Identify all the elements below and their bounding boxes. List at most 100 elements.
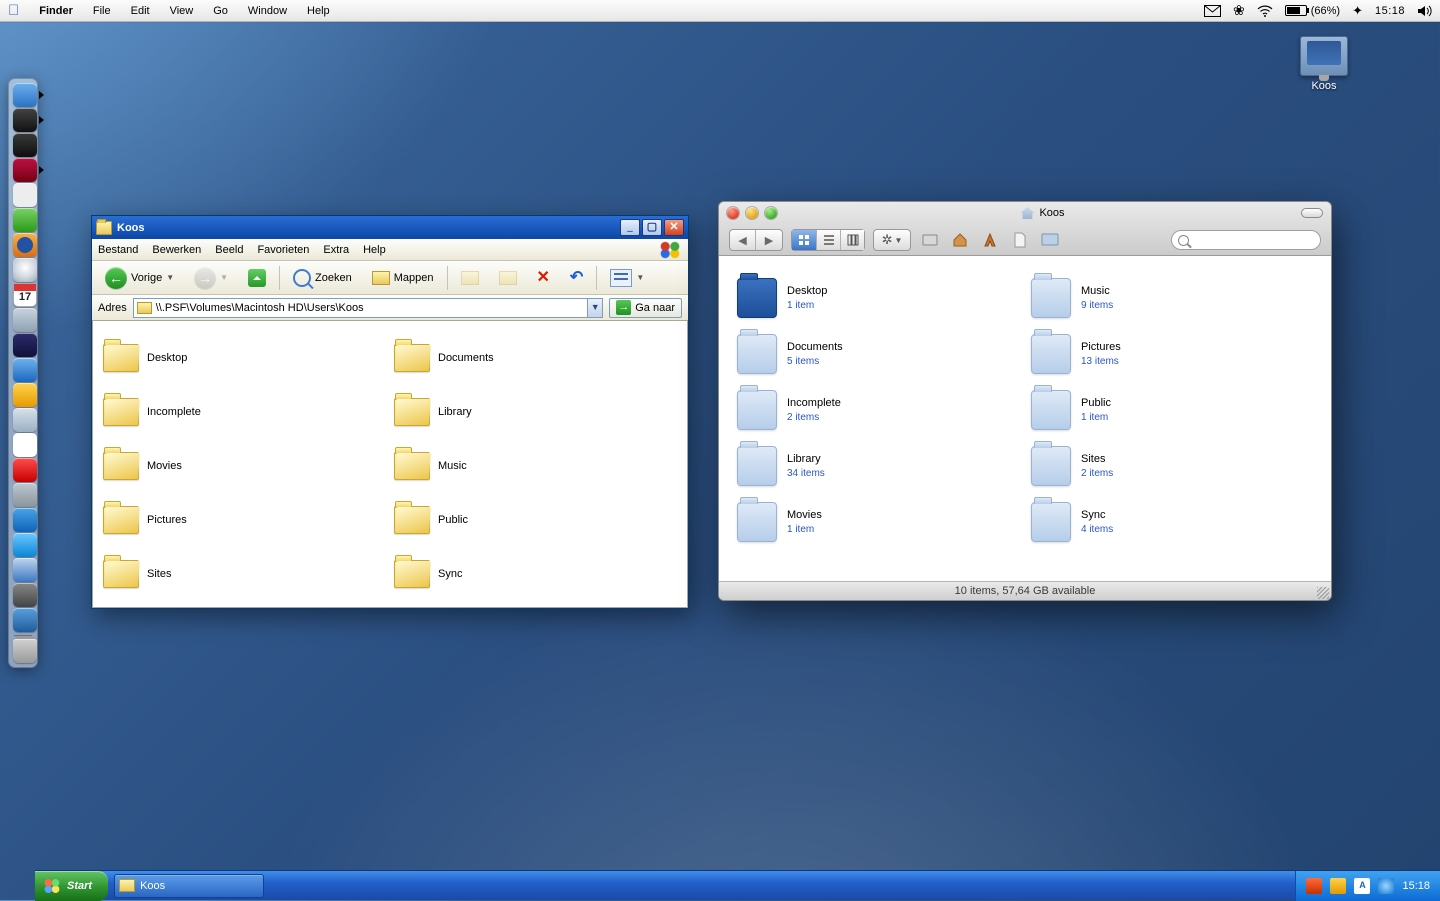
dock-item-pen[interactable] bbox=[13, 583, 37, 607]
dock-item-w[interactable] bbox=[13, 508, 37, 532]
dock-item-ff[interactable] bbox=[13, 233, 37, 257]
xp-up-button[interactable] bbox=[241, 265, 273, 291]
dock-item-itunes[interactable] bbox=[13, 558, 37, 582]
xp-folder-item[interactable]: Pictures bbox=[99, 493, 390, 547]
dock-item-magnet[interactable] bbox=[13, 458, 37, 482]
xp-folder-item[interactable]: Movies bbox=[99, 439, 390, 493]
xp-copy-button[interactable] bbox=[492, 265, 524, 291]
xp-menu-favorites[interactable]: Favorieten bbox=[257, 244, 309, 256]
dock-item-auto[interactable] bbox=[13, 408, 37, 432]
dock-item-x11[interactable] bbox=[13, 183, 37, 207]
dock-item-act[interactable] bbox=[13, 133, 37, 157]
finder-document-icon[interactable] bbox=[1009, 229, 1031, 251]
xp-folders-button[interactable]: Mappen bbox=[365, 265, 441, 291]
xp-back-button[interactable]: ←Vorige▼ bbox=[98, 265, 181, 291]
xp-menu-file[interactable]: Bestand bbox=[98, 244, 138, 256]
apple-menu-icon[interactable]:  bbox=[8, 2, 19, 19]
xp-menu-edit[interactable]: Bewerken bbox=[152, 244, 201, 256]
xp-folder-item[interactable]: Sync bbox=[390, 547, 681, 601]
dock-item-tool[interactable] bbox=[13, 483, 37, 507]
dock-item-inst[interactable] bbox=[13, 433, 37, 457]
desktop-icon-computer[interactable]: Koos bbox=[1288, 36, 1360, 92]
menubar-help[interactable]: Help bbox=[297, 5, 340, 17]
xp-folder-item[interactable]: Documents bbox=[390, 331, 681, 385]
xp-forward-button[interactable]: →▼ bbox=[187, 265, 235, 291]
xp-go-button[interactable]: → Ga naar bbox=[609, 298, 682, 318]
dock-item-cal[interactable]: 17 bbox=[13, 283, 37, 307]
dock-item-term[interactable] bbox=[13, 108, 37, 132]
taskbar-clock[interactable]: 15:18 bbox=[1402, 880, 1430, 892]
tray-shield-icon[interactable] bbox=[1306, 878, 1322, 894]
tray-network-icon[interactable] bbox=[1330, 878, 1346, 894]
finder-action-menu[interactable]: ✲▼ bbox=[873, 229, 911, 251]
finder-folder-item[interactable]: Desktop1 item bbox=[737, 270, 1019, 326]
xp-folder-item[interactable]: Public bbox=[390, 493, 681, 547]
xp-folder-item[interactable]: Incomplete bbox=[99, 385, 390, 439]
finder-folder-item[interactable]: Sync4 items bbox=[1031, 494, 1313, 550]
xp-move-button[interactable] bbox=[454, 265, 486, 291]
dock-item-ichat[interactable] bbox=[13, 533, 37, 557]
tray-language-icon[interactable]: A bbox=[1354, 878, 1370, 894]
dock-item-saf[interactable] bbox=[13, 258, 37, 282]
menubar-edit[interactable]: Edit bbox=[121, 5, 160, 17]
dock-item-un[interactable] bbox=[13, 333, 37, 357]
menubar-app-name[interactable]: Finder bbox=[29, 5, 83, 17]
finder-folder-item[interactable]: Incomplete2 items bbox=[737, 382, 1019, 438]
xp-menu-extra[interactable]: Extra bbox=[323, 244, 349, 256]
finder-back-button[interactable]: ◀ bbox=[730, 230, 756, 250]
finder-zoom-button[interactable] bbox=[765, 207, 777, 219]
finder-minimize-button[interactable] bbox=[746, 207, 758, 219]
xp-address-input[interactable]: \\.PSF\Volumes\Macintosh HD\Users\Koos ▼ bbox=[133, 298, 604, 318]
xp-folder-item[interactable]: Library bbox=[390, 385, 681, 439]
menubar-clock[interactable]: 15:18 bbox=[1375, 5, 1405, 17]
volume-icon[interactable] bbox=[1417, 5, 1432, 17]
menubar-window[interactable]: Window bbox=[238, 5, 297, 17]
taskbar-item-koos[interactable]: Koos bbox=[114, 874, 264, 898]
finder-icon-view[interactable] bbox=[792, 230, 816, 250]
finder-folder-item[interactable]: Public1 item bbox=[1031, 382, 1313, 438]
xp-close-button[interactable]: ✕ bbox=[664, 219, 684, 236]
finder-folder-item[interactable]: Library34 items bbox=[737, 438, 1019, 494]
dock-item-par[interactable] bbox=[13, 158, 37, 182]
dock-item-win[interactable] bbox=[13, 358, 37, 382]
menubar-go[interactable]: Go bbox=[203, 5, 238, 17]
xp-folder-item[interactable]: Desktop bbox=[99, 331, 390, 385]
wifi-icon[interactable] bbox=[1257, 5, 1273, 17]
finder-disk-icon[interactable] bbox=[919, 229, 941, 251]
finder-column-view[interactable] bbox=[840, 230, 864, 250]
finder-applications-icon[interactable] bbox=[979, 229, 1001, 251]
xp-folder-item[interactable]: Sites bbox=[99, 547, 390, 601]
sync-icon[interactable]: ✦ bbox=[1352, 3, 1363, 19]
xp-menu-view[interactable]: Beeld bbox=[215, 244, 243, 256]
xp-folder-item[interactable]: Music bbox=[390, 439, 681, 493]
tray-bluetooth-icon[interactable] bbox=[1378, 878, 1394, 894]
finder-list-view[interactable] bbox=[816, 230, 840, 250]
finder-folder-item[interactable]: Documents5 items bbox=[737, 326, 1019, 382]
xp-delete-button[interactable]: ✕ bbox=[530, 265, 557, 291]
menubar-file[interactable]: File bbox=[83, 5, 121, 17]
xp-address-dropdown[interactable]: ▼ bbox=[587, 299, 602, 317]
finder-search-input[interactable] bbox=[1171, 230, 1321, 250]
finder-close-button[interactable] bbox=[727, 207, 739, 219]
dock-item-calc[interactable] bbox=[13, 308, 37, 332]
dock-item-adium[interactable] bbox=[13, 208, 37, 232]
resize-grip[interactable] bbox=[1317, 587, 1329, 599]
finder-titlebar[interactable]: Koos bbox=[719, 202, 1331, 224]
start-button[interactable]: Start bbox=[35, 871, 108, 901]
finder-toolbar-toggle[interactable] bbox=[1301, 208, 1323, 218]
dock-item-finder[interactable] bbox=[13, 83, 37, 107]
xp-minimize-button[interactable]: _ bbox=[620, 219, 640, 236]
finder-home-icon[interactable] bbox=[949, 229, 971, 251]
battery-indicator[interactable]: (66%) bbox=[1285, 5, 1340, 17]
xp-maximize-button[interactable]: ▢ bbox=[642, 219, 662, 236]
dock-item-duck[interactable] bbox=[13, 383, 37, 407]
menubar-view[interactable]: View bbox=[160, 5, 204, 17]
finder-folder-item[interactable]: Music9 items bbox=[1031, 270, 1313, 326]
dock-item-misc[interactable] bbox=[13, 608, 37, 632]
dock-trash[interactable] bbox=[13, 639, 37, 663]
finder-forward-button[interactable]: ▶ bbox=[756, 230, 782, 250]
paw-icon[interactable]: ❀ bbox=[1233, 2, 1245, 19]
finder-folder-contents[interactable]: Desktop1 itemMusic9 itemsDocuments5 item… bbox=[719, 256, 1331, 582]
xp-menu-help[interactable]: Help bbox=[363, 244, 386, 256]
xp-folder-contents[interactable]: DesktopDocumentsIncompleteLibraryMoviesM… bbox=[92, 321, 688, 608]
